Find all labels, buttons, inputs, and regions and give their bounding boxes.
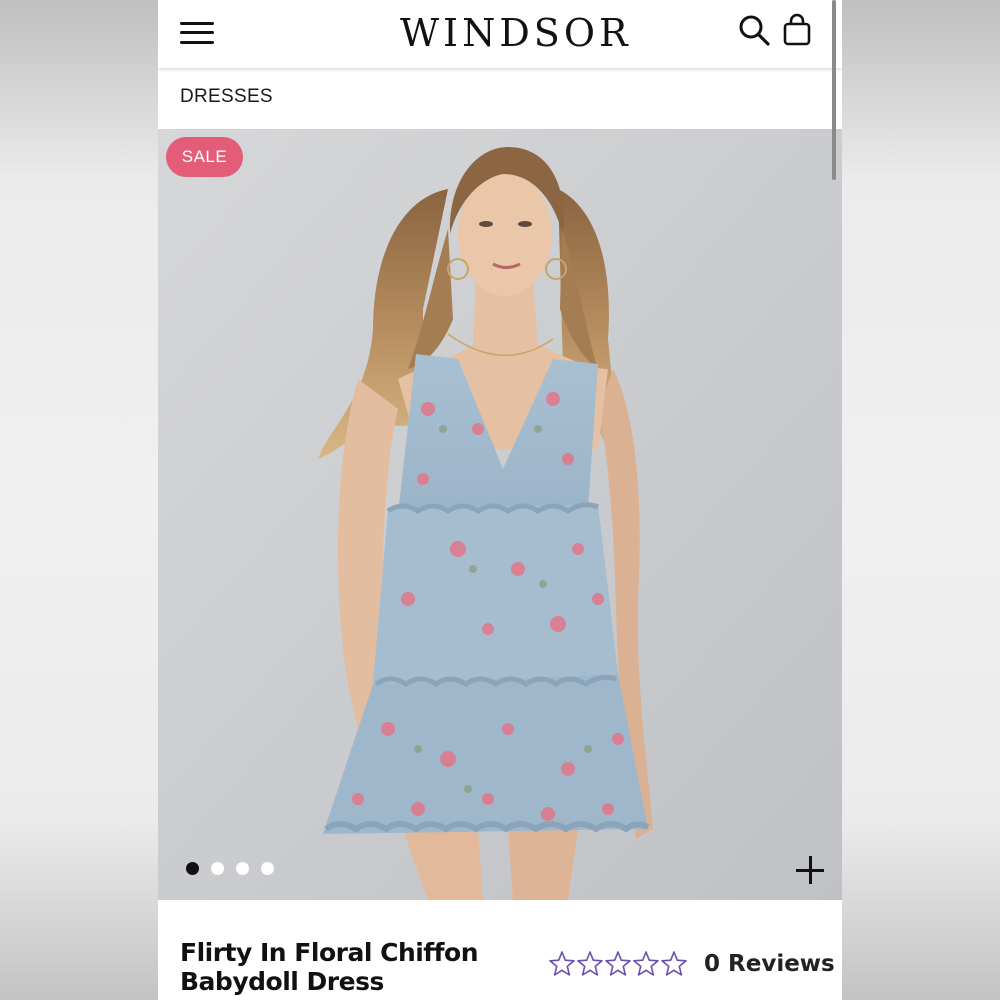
shopping-bag-icon[interactable] bbox=[782, 12, 812, 48]
scrollbar[interactable] bbox=[832, 0, 836, 180]
background-left bbox=[0, 0, 158, 1000]
plus-icon[interactable] bbox=[796, 856, 824, 884]
star-outline-icon[interactable] bbox=[632, 950, 660, 978]
product-image-gallery[interactable]: SALE bbox=[158, 129, 842, 900]
gallery-dot-1[interactable] bbox=[186, 862, 199, 875]
star-outline-icon[interactable] bbox=[576, 950, 604, 978]
mobile-page: WINDSOR DRESSES SALE Flirty In Floral Ch… bbox=[158, 0, 842, 1000]
search-icon[interactable] bbox=[738, 14, 772, 48]
product-rating[interactable]: 0 Reviews bbox=[548, 948, 835, 980]
review-count-link[interactable]: 0 Reviews bbox=[704, 951, 835, 977]
sale-badge: SALE bbox=[166, 137, 243, 177]
hamburger-menu-icon[interactable] bbox=[180, 20, 214, 46]
breadcrumb[interactable]: DRESSES bbox=[180, 86, 273, 108]
star-outline-icon[interactable] bbox=[660, 950, 688, 978]
site-header: WINDSOR bbox=[158, 0, 842, 68]
star-outline-icon[interactable] bbox=[548, 950, 576, 978]
star-outline-icon[interactable] bbox=[604, 950, 632, 978]
product-title: Flirty In Floral Chiffon Babydoll Dress bbox=[180, 938, 479, 996]
gallery-dot-2[interactable] bbox=[211, 862, 224, 875]
product-photo bbox=[158, 129, 842, 900]
background-right bbox=[842, 0, 1000, 1000]
gallery-dot-3[interactable] bbox=[236, 862, 249, 875]
brand-logo[interactable]: WINDSOR bbox=[400, 8, 628, 58]
gallery-dot-4[interactable] bbox=[261, 862, 274, 875]
